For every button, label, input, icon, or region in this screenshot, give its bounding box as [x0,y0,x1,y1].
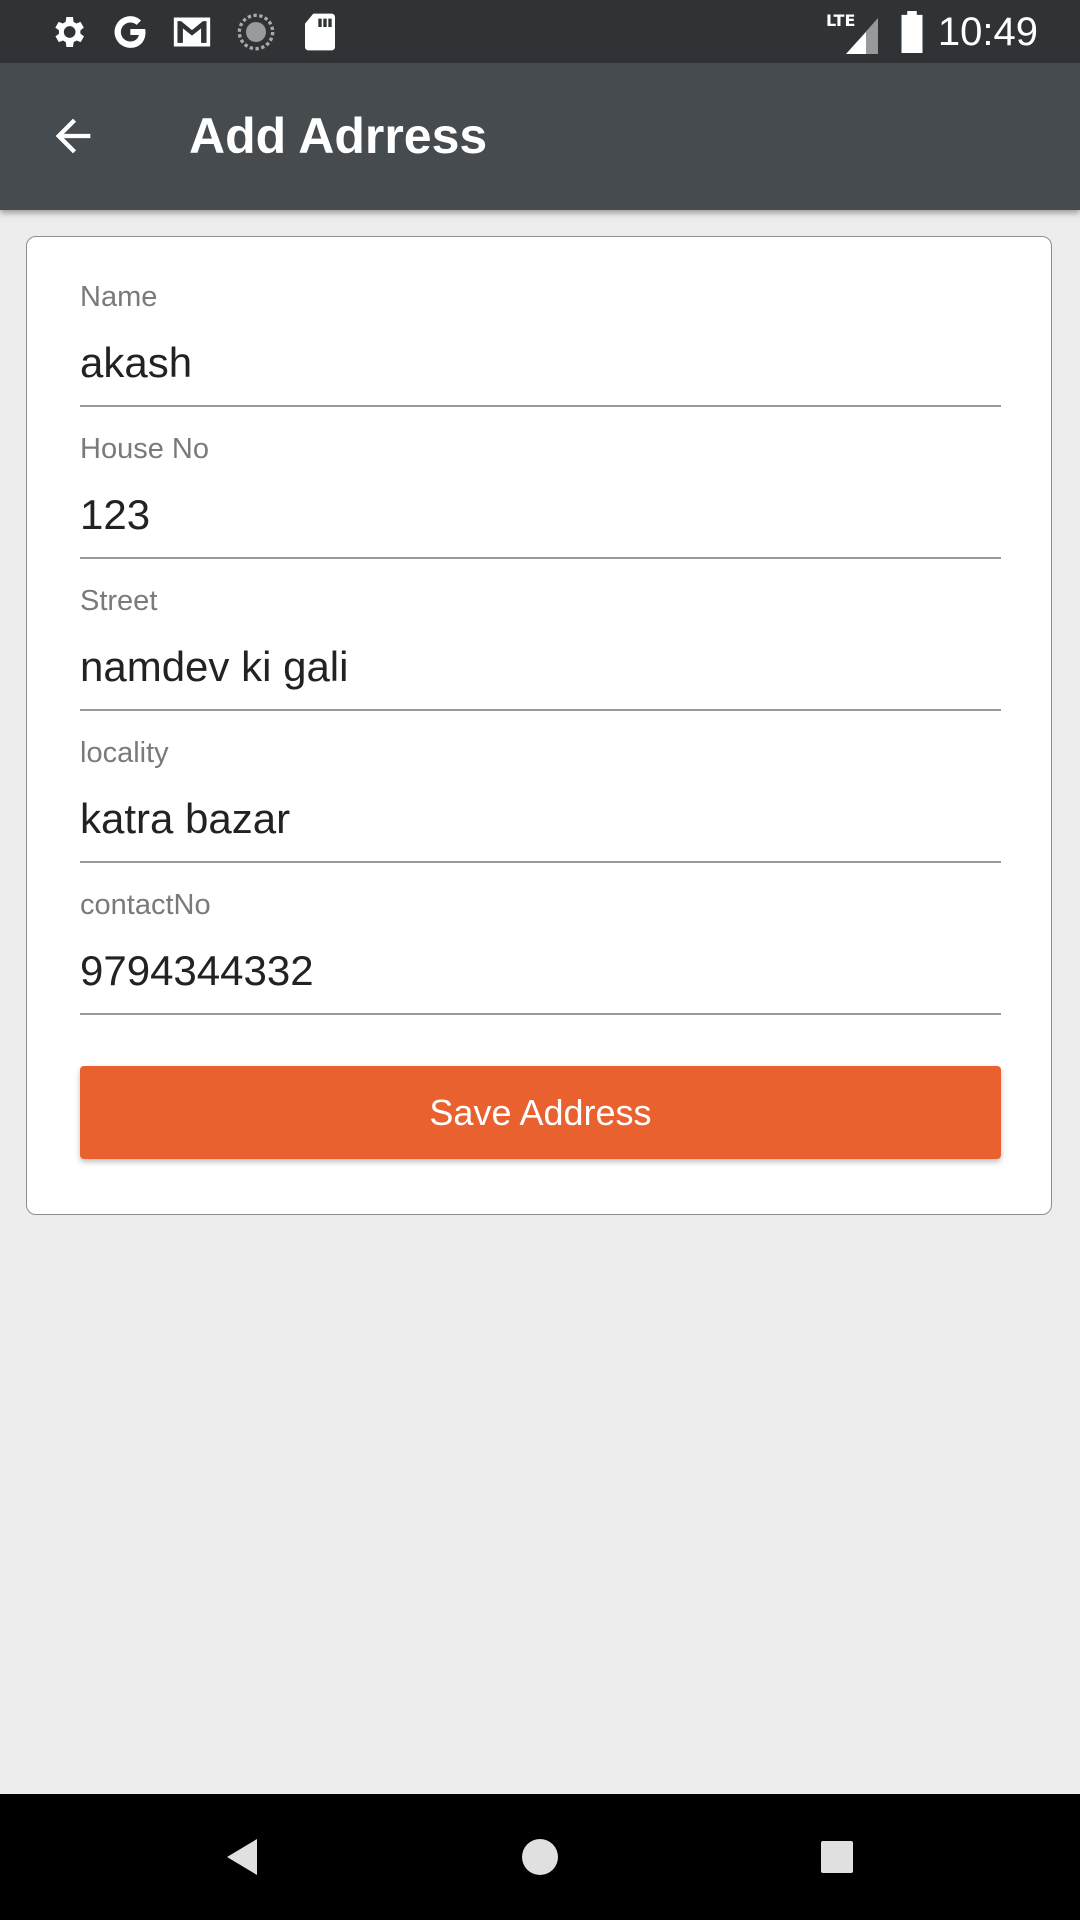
status-time: 10:49 [937,10,1038,54]
google-icon [108,10,152,54]
page-title: Add Adrress [189,108,488,164]
street-input[interactable] [80,635,1001,711]
address-form-card: Name House No Street locality contactNo … [26,236,1052,1215]
nav-home-icon [522,1839,558,1875]
name-input[interactable] [80,331,1001,407]
street-label: Street [80,585,158,617]
street-field: Street [80,583,1001,713]
locality-field: locality [80,735,1001,865]
locality-label: locality [80,737,169,769]
name-field: Name [80,279,1001,409]
contact-no-input[interactable] [80,939,1001,1015]
nav-home-button[interactable] [507,1824,573,1890]
nav-recents-button[interactable] [804,1824,870,1890]
sync-icon [234,10,278,54]
arrow-back-icon [55,118,91,154]
nav-recents-icon [821,1841,853,1873]
battery-icon [892,10,932,54]
house-no-field: House No [80,431,1001,561]
contact-no-label: contactNo [80,889,211,921]
contact-no-field: contactNo [80,887,1001,1017]
save-address-button[interactable]: Save Address [80,1066,1001,1159]
house-no-label: House No [80,433,209,465]
svg-text:LTE: LTE [826,11,855,30]
gmail-icon [170,10,214,54]
status-bar: LTE 10:49 [0,0,1080,63]
nav-back-icon [227,1839,257,1875]
name-label: Name [80,281,158,313]
back-button[interactable] [40,103,106,169]
navigation-bar [0,1794,1080,1920]
signal-icon: LTE [826,10,882,54]
settings-icon [46,10,90,54]
locality-input[interactable] [80,787,1001,863]
app-bar: Add Adrress [0,63,1080,210]
nav-back-button[interactable] [208,1824,274,1890]
sd-card-icon [298,10,342,54]
house-no-input[interactable] [80,483,1001,559]
